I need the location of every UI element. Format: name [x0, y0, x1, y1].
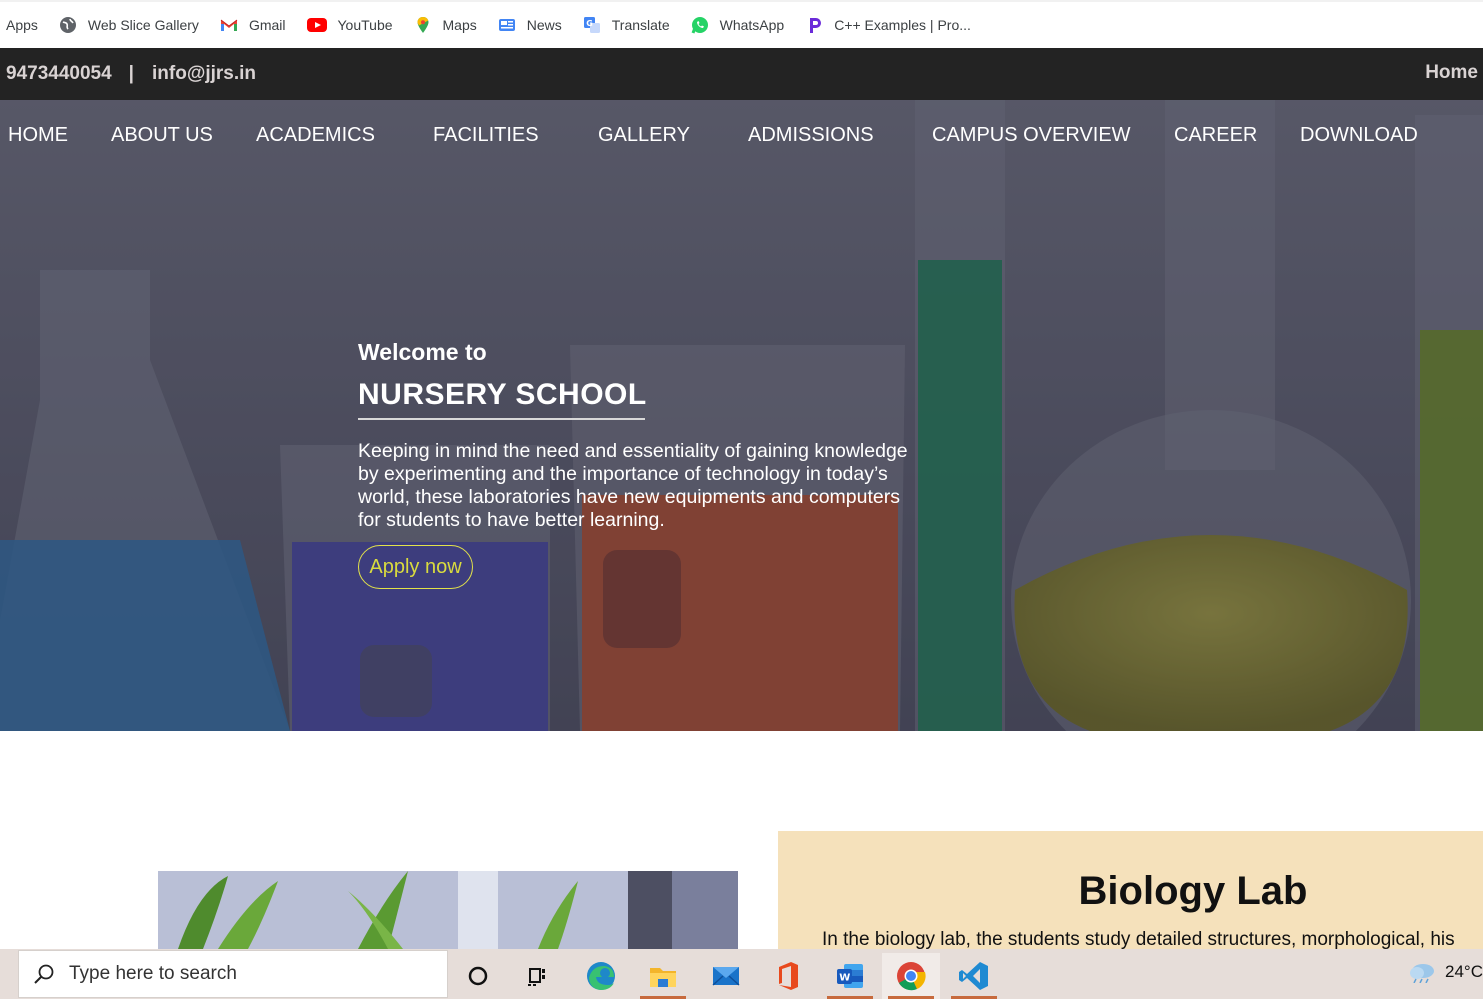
- bookmark-label: Maps: [442, 17, 477, 33]
- svg-text:W: W: [839, 973, 850, 984]
- lab-title: Biology Lab: [1078, 869, 1308, 913]
- bookmark-label: C++ Examples | Pro...: [834, 17, 971, 33]
- whatsapp-icon: [691, 16, 709, 34]
- hero-banner: HOME ABOUT US ACADEMICS FACILITIES GALLE…: [0, 100, 1483, 731]
- file-explorer-icon[interactable]: [634, 953, 692, 999]
- translate-icon: G: [583, 16, 601, 34]
- youtube-icon: [306, 16, 327, 34]
- bookmark-cpp-examples[interactable]: C++ Examples | Pro...: [805, 16, 971, 34]
- edge-icon[interactable]: [572, 953, 630, 999]
- svg-text:G: G: [586, 19, 593, 28]
- nav-admissions[interactable]: ADMISSIONS: [748, 124, 874, 147]
- bookmark-label: News: [526, 17, 562, 33]
- bookmark-apps[interactable]: Apps: [6, 17, 38, 33]
- nav-gallery[interactable]: GALLERY: [598, 124, 690, 147]
- bookmark-label: Translate: [611, 17, 670, 33]
- maps-pin-icon: [414, 16, 432, 34]
- search-placeholder: Type here to search: [69, 963, 237, 984]
- contact-bar: 9473440054 | info@jjrs.in Home: [0, 48, 1483, 100]
- weather-widget[interactable]: 24°C: [1407, 961, 1483, 983]
- bookmarks-bar: Apps Web Slice Gallery Gmail YouTube Map…: [0, 0, 1483, 48]
- hero-dark-overlay: [0, 100, 1483, 731]
- temperature: 24°C: [1445, 962, 1483, 981]
- nav-facilities[interactable]: FACILITIES: [433, 124, 539, 147]
- bookmark-web-slice-gallery[interactable]: Web Slice Gallery: [59, 16, 199, 34]
- gmail-icon: [220, 16, 238, 34]
- top-home-link[interactable]: Home: [1425, 62, 1478, 84]
- contact-separator: |: [128, 63, 134, 84]
- phone-number[interactable]: 9473440054: [6, 63, 112, 85]
- mail-icon[interactable]: [697, 953, 755, 999]
- office-icon[interactable]: [759, 953, 817, 999]
- word-icon[interactable]: W: [821, 953, 879, 999]
- bookmark-whatsapp[interactable]: WhatsApp: [691, 16, 785, 34]
- cloud-rain-icon: [1410, 964, 1435, 983]
- nav-campus-overview[interactable]: CAMPUS OVERVIEW: [932, 124, 1131, 147]
- nav-download[interactable]: DOWNLOAD: [1300, 124, 1418, 147]
- nav-about-us[interactable]: ABOUT US: [111, 124, 213, 147]
- chrome-icon[interactable]: [882, 953, 940, 999]
- hero-title: NURSERY SCHOOL: [358, 378, 647, 411]
- bookmark-youtube[interactable]: YouTube: [306, 16, 393, 34]
- bookmark-label: YouTube: [337, 17, 393, 33]
- search-icon: [34, 964, 54, 984]
- vscode-icon[interactable]: [945, 953, 1003, 999]
- bookmark-translate[interactable]: G Translate: [583, 16, 670, 34]
- news-icon: [498, 16, 516, 34]
- biology-lab-card: Biology Lab In the biology lab, the stud…: [778, 831, 1483, 949]
- apply-now-button[interactable]: Apply now: [358, 545, 473, 589]
- hero-description: Keeping in mind the need and essentialit…: [358, 440, 908, 531]
- email-link[interactable]: info@jjrs.in: [152, 63, 256, 85]
- windows-taskbar: Type here to search W 24°C: [0, 949, 1483, 999]
- bookmark-label: Gmail: [248, 17, 286, 33]
- bookmark-label: Web Slice Gallery: [87, 17, 199, 33]
- bookmark-label: WhatsApp: [719, 17, 785, 33]
- taskbar-search-box[interactable]: Type here to search: [18, 950, 448, 998]
- bookmark-label: Apps: [6, 17, 38, 33]
- bookmark-gmail[interactable]: Gmail: [220, 16, 286, 34]
- nav-academics[interactable]: ACADEMICS: [256, 124, 375, 147]
- bookmark-news[interactable]: News: [498, 16, 562, 34]
- lab-description: In the biology lab, the students study d…: [822, 929, 1455, 949]
- nav-career[interactable]: CAREER: [1174, 124, 1257, 147]
- task-view-icon[interactable]: [509, 953, 567, 999]
- main-navigation: HOME ABOUT US ACADEMICS FACILITIES GALLE…: [0, 100, 1483, 172]
- title-underline: [358, 418, 645, 420]
- biology-lab-photo: [158, 871, 738, 949]
- hero-welcome: Welcome to: [358, 339, 487, 365]
- programiz-icon: [805, 16, 823, 34]
- cortana-icon[interactable]: [449, 953, 507, 999]
- nav-home[interactable]: HOME: [8, 124, 68, 147]
- globe-icon: [59, 16, 77, 34]
- bookmark-maps[interactable]: Maps: [414, 16, 477, 34]
